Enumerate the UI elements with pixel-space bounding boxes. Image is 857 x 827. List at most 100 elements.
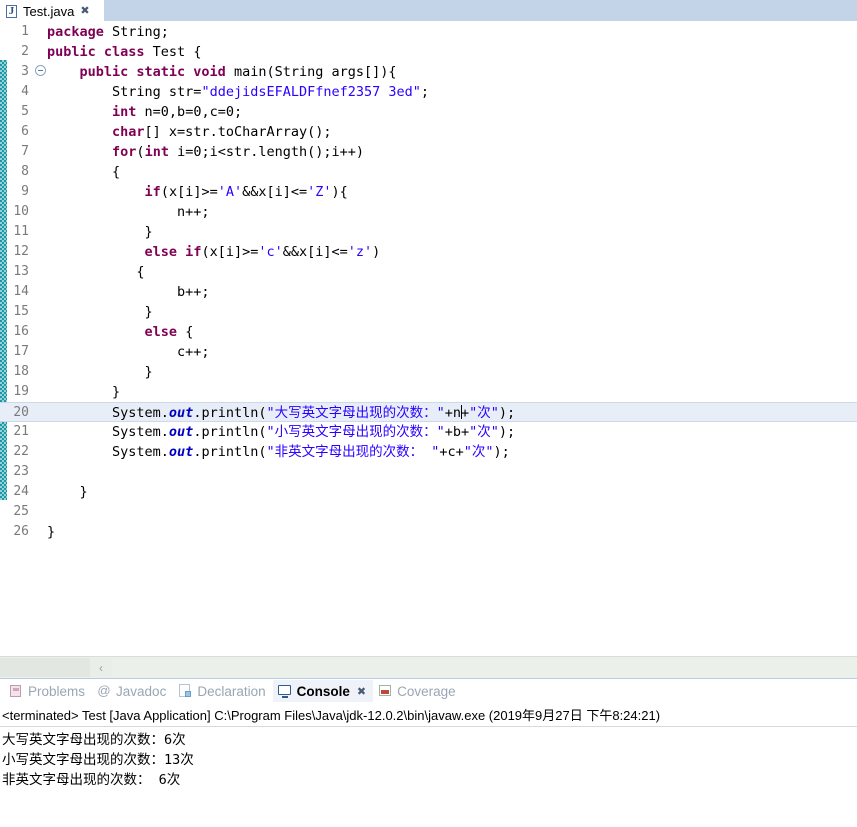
code-line[interactable]: 11 }: [0, 222, 857, 242]
tab-coverage[interactable]: Coverage: [373, 680, 463, 702]
tab-console[interactable]: Console ✖: [272, 680, 374, 702]
code-line[interactable]: 24 }: [0, 482, 857, 502]
line-number: 3: [21, 64, 29, 79]
code-token-str: "次": [469, 424, 499, 440]
code-line[interactable]: 20 System.out.println("大写英文字母出现的次数："+n+"…: [0, 402, 857, 422]
code-line[interactable]: 9 if(x[i]>='A'&&x[i]<='Z'){: [0, 182, 857, 202]
close-icon[interactable]: ✖: [80, 6, 89, 17]
code-text: n++;: [33, 202, 210, 222]
line-number: 7: [21, 144, 29, 159]
code-token-str: "非英文字母出现的次数： ": [266, 444, 440, 460]
code-line[interactable]: 17 c++;: [0, 342, 857, 362]
code-line[interactable]: 19 }: [0, 382, 857, 402]
code-line[interactable]: 16 else {: [0, 322, 857, 342]
code-text: c++;: [33, 342, 210, 362]
code-line[interactable]: 7 for(int i=0;i<str.length();i++): [0, 142, 857, 162]
code-fold-collapse-icon[interactable]: [35, 65, 46, 76]
line-number: 23: [13, 464, 29, 479]
line-number: 20: [13, 405, 29, 420]
code-token-plain: System.: [47, 405, 169, 421]
editor-tab-test-java[interactable]: J Test.java ✖: [0, 0, 104, 21]
code-token-plain: }: [47, 364, 153, 380]
line-number: 12: [13, 244, 29, 259]
line-number: 2: [21, 44, 29, 59]
close-icon[interactable]: ✖: [357, 685, 366, 698]
declaration-icon: [177, 683, 193, 699]
line-number: 16: [13, 324, 29, 339]
line-number: 17: [13, 344, 29, 359]
code-line[interactable]: 14 b++;: [0, 282, 857, 302]
tab-label: Javadoc: [116, 683, 167, 699]
code-token-str: "大写英文字母出现的次数：": [266, 405, 445, 421]
code-token-plain: (x[i]>=: [201, 244, 259, 260]
code-line[interactable]: 18 }: [0, 362, 857, 382]
line-number: 15: [13, 304, 29, 319]
code-line[interactable]: 6 char[] x=str.toCharArray();: [0, 122, 857, 142]
code-line[interactable]: 2 public class Test {: [0, 42, 857, 62]
console-output: 大写英文字母出现的次数：6次 小写英文字母出现的次数：13次 非英文字母出现的次数：…: [0, 727, 857, 790]
code-token-plain: ){: [331, 184, 348, 200]
line-number: 11: [13, 224, 29, 239]
line-number: 6: [21, 124, 29, 139]
code-text: {: [33, 262, 144, 282]
scrollbar-thumb[interactable]: [0, 658, 90, 677]
code-editor[interactable]: 1 package String; 2 public class Test {3 pu…: [0, 22, 857, 656]
code-token-plain: n=0,b=0,c=0;: [136, 104, 243, 120]
code-token-kw: package: [47, 24, 104, 40]
code-line[interactable]: 4 String str="ddejidsEFALDFfnef2357 3ed"…: [0, 82, 857, 102]
code-line[interactable]: 22 System.out.println("非英文字母出现的次数： "+c+"…: [0, 442, 857, 462]
problems-icon: [8, 683, 24, 699]
code-line[interactable]: 25: [0, 502, 857, 522]
code-token-plain: n++;: [47, 204, 210, 220]
code-line[interactable]: 5 int n=0,b=0,c=0;: [0, 102, 857, 122]
bottom-panel: Problems @ Javadoc Declaration Console ✖ Cover…: [0, 678, 857, 827]
line-number: 14: [13, 284, 29, 299]
tab-problems[interactable]: Problems: [4, 680, 92, 702]
code-token-plain: String str=: [47, 84, 202, 100]
line-number: 5: [21, 104, 29, 119]
code-line[interactable]: 13 {: [0, 262, 857, 282]
code-token-plain: [] x=str.toCharArray();: [144, 124, 332, 140]
code-token-str: "次": [469, 405, 499, 421]
source-code-area[interactable]: 1 package String; 2 public class Test {3 pu…: [0, 22, 857, 656]
code-line[interactable]: 21 System.out.println("小写英文字母出现的次数："+b+"…: [0, 422, 857, 442]
code-token-plain: b++;: [47, 284, 210, 300]
code-token-plain: System.: [47, 444, 169, 460]
java-file-icon: J: [5, 4, 19, 19]
code-token-plain: }: [47, 524, 56, 540]
console-icon: [277, 683, 293, 699]
editor-horizontal-scrollbar[interactable]: ‹: [0, 656, 857, 678]
code-line[interactable]: 12 else if(x[i]>='c'&&x[i]<='z'): [0, 242, 857, 262]
code-text: {: [33, 162, 120, 182]
code-line[interactable]: 10 n++;: [0, 202, 857, 222]
code-token-plain: }: [47, 484, 88, 500]
code-token-plain: System.: [47, 424, 169, 440]
console-launch-config-line: <terminated> Test [Java Application] C:\…: [0, 703, 857, 727]
code-line[interactable]: 8 {: [0, 162, 857, 182]
code-token-str: 'Z': [307, 184, 332, 200]
code-token-kw: int: [144, 144, 169, 160]
tab-label: Declaration: [197, 683, 266, 699]
code-token-plain: ;: [420, 84, 430, 100]
tab-javadoc[interactable]: @ Javadoc: [92, 680, 173, 702]
code-text: }: [33, 482, 88, 502]
code-token-fld: out: [168, 405, 194, 421]
code-line[interactable]: 26}: [0, 522, 857, 542]
code-line[interactable]: 23: [0, 462, 857, 482]
code-token-plain: c++;: [47, 344, 210, 360]
code-line[interactable]: 3 public static void main(String args[])…: [0, 62, 857, 82]
code-token-plain: main(String args[]){: [225, 64, 397, 80]
code-line[interactable]: 1 package String;: [0, 22, 857, 42]
tab-declaration[interactable]: Declaration: [173, 680, 272, 702]
chevron-left-icon[interactable]: ‹: [90, 658, 112, 677]
code-token-plain: +c+: [439, 444, 464, 460]
code-token-kw: else if: [144, 244, 202, 260]
line-number: 21: [13, 424, 29, 439]
code-text: }: [33, 522, 55, 542]
code-line[interactable]: 15 }: [0, 302, 857, 322]
